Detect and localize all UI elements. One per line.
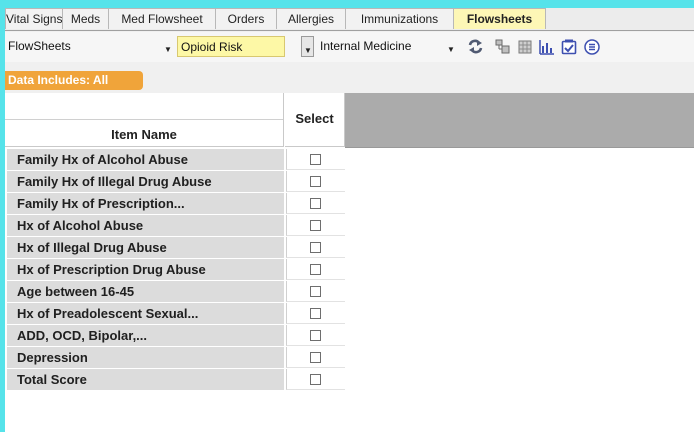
select-checkbox[interactable]	[310, 154, 321, 165]
chevron-down-icon: ▼	[164, 45, 172, 54]
checklist-icon[interactable]	[560, 38, 577, 55]
menu-icon[interactable]	[583, 38, 600, 55]
table-row: Family Hx of Alcohol Abuse	[5, 149, 345, 171]
item-name-cell: ADD, OCD, Bipolar,...	[7, 325, 284, 346]
select-cell	[286, 193, 345, 214]
tab-immunizations[interactable]: Immunizations	[345, 8, 454, 29]
template-select-value: Opioid Risk	[181, 40, 243, 54]
template-select[interactable]: Opioid Risk	[177, 36, 285, 57]
table-row: Family Hx of Prescription...	[5, 193, 345, 215]
item-name-header: Item Name	[5, 93, 284, 147]
select-checkbox[interactable]	[310, 308, 321, 319]
toolbar: FlowSheets ▼ Opioid Risk ▼ Internal Medi…	[5, 32, 694, 62]
tab-allergies[interactable]: Allergies	[276, 8, 346, 29]
tab-vital-signs[interactable]: Vital Signs	[5, 8, 63, 29]
select-cell	[286, 303, 345, 324]
header-band	[5, 93, 283, 120]
select-cell	[286, 237, 345, 258]
select-cell	[286, 215, 345, 236]
tab-flowsheets[interactable]: Flowsheets	[453, 8, 546, 29]
select-cell	[286, 325, 345, 346]
select-checkbox[interactable]	[310, 176, 321, 187]
table-row: Age between 16-45	[5, 281, 345, 303]
table-row: ADD, OCD, Bipolar,...	[5, 325, 345, 347]
table-row: Depression	[5, 347, 345, 369]
select-cell	[286, 369, 345, 390]
table-row: Hx of Prescription Drug Abuse	[5, 259, 345, 281]
tab-bar: Vital Signs Meds Med Flowsheet Orders Al…	[5, 8, 694, 31]
chart-icon[interactable]	[538, 38, 555, 55]
select-checkbox[interactable]	[310, 242, 321, 253]
select-checkbox[interactable]	[310, 286, 321, 297]
item-name-cell: Family Hx of Prescription...	[7, 193, 284, 214]
tab-orders[interactable]: Orders	[215, 8, 277, 29]
specialty-select[interactable]: Internal Medicine ▼	[317, 36, 462, 57]
item-name-cell: Family Hx of Illegal Drug Abuse	[7, 171, 284, 192]
item-name-cell: Hx of Illegal Drug Abuse	[7, 237, 284, 258]
select-cell	[286, 259, 345, 280]
select-checkbox[interactable]	[310, 352, 321, 363]
layout-icon[interactable]	[494, 38, 511, 55]
select-cell	[286, 281, 345, 302]
refresh-icon[interactable]	[467, 38, 484, 55]
tab-meds[interactable]: Meds	[62, 8, 109, 29]
item-name-cell: Age between 16-45	[7, 281, 284, 302]
item-name-cell: Depression	[7, 347, 284, 368]
template-dropdown-button[interactable]: ▼	[301, 36, 314, 57]
table-row: Hx of Illegal Drug Abuse	[5, 237, 345, 259]
table-row: Hx of Alcohol Abuse	[5, 215, 345, 237]
select-cell	[286, 171, 345, 192]
table-row: Family Hx of Illegal Drug Abuse	[5, 171, 345, 193]
flowsheet-grid: Item Name Select Family Hx of Alcohol Ab…	[5, 93, 694, 432]
select-cell	[286, 149, 345, 170]
table-row: Total Score	[5, 369, 345, 391]
item-name-cell: Family Hx of Alcohol Abuse	[7, 149, 284, 170]
flowsheet-select-value: FlowSheets	[8, 39, 71, 53]
chevron-down-icon: ▼	[304, 46, 312, 55]
tab-med-flowsheet[interactable]: Med Flowsheet	[108, 8, 216, 29]
item-name-cell: Hx of Prescription Drug Abuse	[7, 259, 284, 280]
item-name-cell: Hx of Alcohol Abuse	[7, 215, 284, 236]
chevron-down-icon: ▼	[447, 45, 455, 54]
select-cell	[286, 347, 345, 368]
table-row: Hx of Preadolescent Sexual...	[5, 303, 345, 325]
item-name-cell: Total Score	[7, 369, 284, 390]
select-header: Select	[285, 93, 345, 147]
grid-rows: Family Hx of Alcohol Abuse Family Hx of I…	[5, 149, 345, 391]
select-checkbox[interactable]	[310, 220, 321, 231]
select-header-label: Select	[295, 111, 334, 126]
specialty-select-value: Internal Medicine	[320, 39, 412, 53]
select-checkbox[interactable]	[310, 330, 321, 341]
flowsheet-select[interactable]: FlowSheets ▼	[5, 36, 175, 57]
select-checkbox[interactable]	[310, 374, 321, 385]
grid-empty-header	[345, 93, 694, 148]
item-name-cell: Hx of Preadolescent Sexual...	[7, 303, 284, 324]
flowsheet-window: Vital Signs Meds Med Flowsheet Orders Al…	[5, 8, 694, 432]
grid-icon[interactable]	[516, 38, 533, 55]
select-checkbox[interactable]	[310, 264, 321, 275]
data-includes-badge[interactable]: Data Includes: All	[5, 71, 143, 90]
item-name-header-label: Item Name	[111, 127, 177, 142]
select-checkbox[interactable]	[310, 198, 321, 209]
